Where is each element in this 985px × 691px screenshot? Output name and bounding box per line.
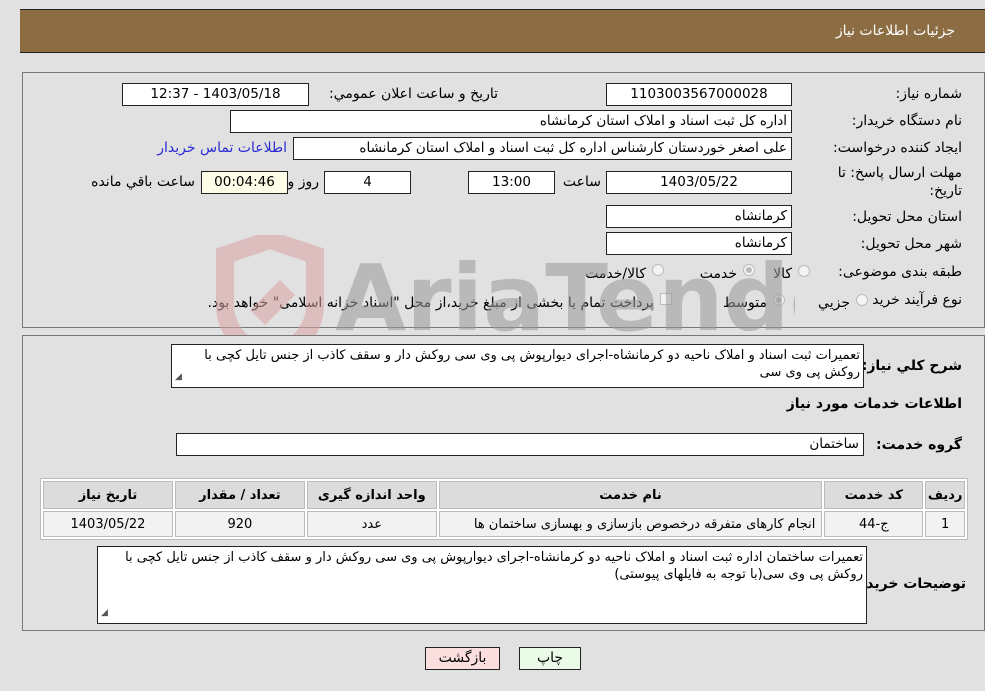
- col-service-name: نام خدمت: [438, 481, 823, 509]
- category-label: طبقه بندی موضوعی:: [838, 264, 962, 280]
- need-number-field[interactable]: 1103003567000028: [606, 83, 792, 106]
- col-service-code: کد خدمت: [824, 481, 924, 509]
- cell-need-date: 1403/05/22: [43, 511, 173, 537]
- requester-label: ایجاد کننده درخواست:: [833, 140, 962, 156]
- need-info-panel: شماره نیاز: 1103003567000028 تاریخ و ساع…: [22, 72, 985, 328]
- deadline-label-line2: تاریخ:: [929, 183, 962, 199]
- service-group-label: گروه خدمت:: [876, 437, 962, 453]
- summary-textarea[interactable]: تعمیرات ثبت اسناد و املاک ناحیه دو کرمان…: [171, 344, 864, 388]
- col-need-date: تاریخ نیاز: [43, 481, 173, 509]
- purchase-minor-radio[interactable]: [856, 294, 868, 306]
- print-button[interactable]: چاپ: [519, 647, 581, 670]
- resize-grip-icon[interactable]: ◢: [175, 369, 182, 386]
- treasury-checkbox-label: پرداخت تمام یا بخشی از مبلغ خرید،از محل …: [207, 295, 654, 311]
- back-button[interactable]: بازگشت: [425, 647, 500, 670]
- announce-datetime-label: تاریخ و ساعت اعلان عمومي:: [329, 86, 498, 102]
- page-header: جزئیات اطلاعات نیاز: [20, 9, 985, 53]
- category-service-label: خدمت: [699, 266, 737, 282]
- requester-field[interactable]: علی اصغر خوردستان کارشناس اداره کل ثبت ا…: [293, 137, 792, 160]
- cell-service-name: انجام کارهای متفرقه درخصوص بازسازی و بهس…: [438, 511, 823, 537]
- cell-service-code: ج-44: [824, 511, 924, 537]
- summary-label: شرح کلي نیاز:: [861, 358, 962, 374]
- service-group-field[interactable]: ساختمان: [176, 433, 864, 456]
- cell-quantity: 920: [174, 511, 305, 537]
- deadline-label-line1: مهلت ارسال پاسخ: تا: [837, 165, 962, 181]
- need-number-label: شماره نیاز:: [895, 86, 963, 102]
- cell-row-number: 1: [925, 511, 965, 537]
- cell-unit: عدد: [306, 511, 437, 537]
- buyer-notes-textarea[interactable]: تعمیرات ساختمان اداره ثبت اسناد و املاک …: [97, 546, 867, 624]
- category-goods-service-label: کالا/خدمت: [585, 266, 646, 282]
- treasury-checkbox[interactable]: [660, 293, 672, 305]
- delivery-city-label: شهر محل تحویل:: [860, 236, 962, 252]
- remaining-time-label: ساعت باقي مانده: [91, 174, 195, 190]
- delivery-province-label: استان محل تحویل:: [852, 209, 962, 225]
- purchase-type-label: نوع فرآیند خرید :: [863, 292, 962, 308]
- deadline-time-label: ساعت: [562, 174, 601, 190]
- buyer-org-field[interactable]: اداره کل ثبت اسناد و املاک استان کرمانشا…: [230, 110, 792, 133]
- summary-text: تعمیرات ثبت اسناد و املاک ناحیه دو کرمان…: [204, 348, 860, 380]
- table-row: 1 ج-44 انجام کارهای متفرقه درخصوص بازساز…: [43, 511, 965, 537]
- purchase-minor-label: جزيي: [818, 295, 850, 311]
- delivery-province-field[interactable]: کرمانشاه: [606, 205, 792, 228]
- services-table: ردیف کد خدمت نام خدمت واحد اندازه گیری ت…: [40, 478, 968, 540]
- col-row-number: ردیف: [925, 481, 965, 509]
- purchase-medium-label: متوسط: [723, 295, 767, 311]
- buyer-notes-text: تعمیرات ساختمان اداره ثبت اسناد و املاک …: [125, 550, 863, 582]
- deadline-date-field[interactable]: 1403/05/22: [606, 171, 792, 194]
- category-goods-service-radio[interactable]: [652, 264, 664, 276]
- announce-datetime-field[interactable]: 1403/05/18 - 12:37: [122, 83, 309, 106]
- purchase-medium-radio[interactable]: [773, 294, 785, 306]
- page-title: جزئیات اطلاعات نیاز: [835, 23, 955, 39]
- deadline-time-field[interactable]: 13:00: [468, 171, 555, 194]
- need-details-panel: شرح کلي نیاز: تعمیرات ثبت اسناد و املاک …: [22, 335, 985, 631]
- category-goods-label: کالا: [773, 266, 792, 282]
- remaining-time-field: 00:04:46: [201, 171, 288, 194]
- remaining-days-field[interactable]: 4: [324, 171, 411, 194]
- buyer-contact-link[interactable]: اطلاعات تماس خریدار: [157, 140, 287, 156]
- days-label: روز و: [287, 174, 320, 190]
- col-quantity: تعداد / مقدار: [174, 481, 305, 509]
- buyer-org-label: نام دستگاه خریدار:: [851, 113, 962, 129]
- resize-grip-icon[interactable]: ◢: [101, 605, 108, 622]
- table-header-row: ردیف کد خدمت نام خدمت واحد اندازه گیری ت…: [43, 481, 965, 509]
- services-heading: اطلاعات خدمات مورد نیاز: [786, 396, 962, 412]
- category-goods-radio[interactable]: [798, 265, 810, 277]
- col-unit: واحد اندازه گیری: [306, 481, 437, 509]
- category-service-radio[interactable]: [743, 264, 755, 276]
- delivery-city-field[interactable]: کرمانشاه: [606, 232, 792, 255]
